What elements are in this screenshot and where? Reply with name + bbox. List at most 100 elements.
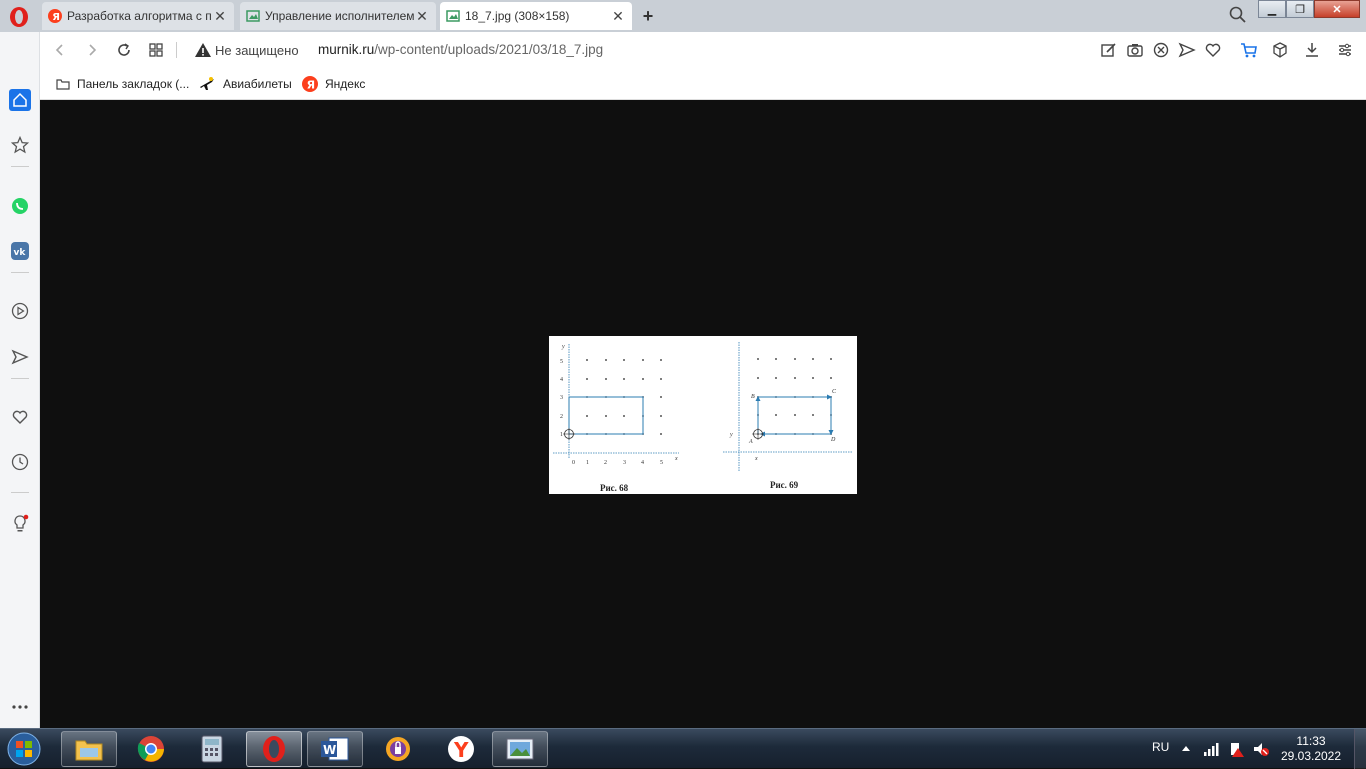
figure-caption: Рис. 68 <box>600 483 629 493</box>
taskbar-explorer[interactable] <box>61 731 117 767</box>
yandex-icon: Я <box>48 9 62 23</box>
3d-box-icon[interactable] <box>1271 41 1289 59</box>
network-signal-icon[interactable] <box>1203 741 1219 757</box>
yandex-icon: Я <box>302 76 318 92</box>
grid-dot <box>623 378 625 380</box>
close-tab-icon[interactable]: ✕ <box>414 8 430 25</box>
grid-dot <box>642 378 644 380</box>
close-tab-icon[interactable]: ✕ <box>610 8 626 25</box>
reload-button[interactable] <box>114 40 134 60</box>
language-indicator[interactable]: RU <box>1152 740 1169 754</box>
tab-title: Управление исполнителем <box>265 9 414 23</box>
shopping-cart-icon[interactable] <box>1240 41 1258 59</box>
volume-muted-icon[interactable] <box>1252 740 1270 758</box>
send-icon[interactable] <box>1178 41 1196 59</box>
show-hidden-icons[interactable] <box>1181 744 1191 752</box>
new-tab-button[interactable]: + <box>638 6 658 27</box>
edit-share-icon[interactable] <box>1100 41 1118 59</box>
adblock-icon[interactable] <box>1152 41 1170 59</box>
close-tab-icon[interactable]: ✕ <box>212 8 228 25</box>
y-mark: y <box>729 432 733 438</box>
y-axis-label: y <box>561 344 565 350</box>
grid-dot <box>660 359 662 361</box>
speed-dial-button[interactable] <box>146 40 166 60</box>
taskbar-chrome[interactable] <box>123 731 179 767</box>
sidebar-speed-dial[interactable] <box>9 134 31 156</box>
grid-dot <box>812 358 814 360</box>
grid-dot <box>794 358 796 360</box>
system-clock[interactable]: 11:33 29.03.2022 <box>1276 734 1346 764</box>
image-viewer: y x 0 1 2 3 4 5 1 2 3 4 5 Рис. 68 A B C … <box>40 101 1366 728</box>
figure-caption: Рис. 69 <box>770 480 799 490</box>
displayed-image: y x 0 1 2 3 4 5 1 2 3 4 5 Рис. 68 A B C … <box>549 336 857 494</box>
tab-title: 18_7.jpg (308×158) <box>465 9 570 23</box>
restore-button[interactable]: ❐ <box>1286 0 1314 18</box>
heart-icon[interactable] <box>1204 41 1222 59</box>
grid-dot <box>794 414 796 416</box>
grid-dot <box>605 359 607 361</box>
sidebar-bookmarks[interactable] <box>9 406 31 428</box>
forward-button[interactable] <box>82 40 102 60</box>
camera-icon[interactable] <box>1126 41 1144 59</box>
tab-title: Разработка алгоритма с п <box>67 9 212 23</box>
tab-image[interactable]: 18_7.jpg (308×158) ✕ <box>440 2 632 30</box>
sidebar-whatsapp[interactable] <box>9 195 31 217</box>
show-desktop-button[interactable] <box>1354 729 1366 769</box>
download-icon[interactable] <box>1303 41 1321 59</box>
taskbar-photos[interactable] <box>492 731 548 767</box>
sidebar-player[interactable] <box>9 300 31 322</box>
x-tick: 1 <box>586 460 589 466</box>
bookmark-label: Панель закладок (... <box>77 77 190 91</box>
sidebar-vk[interactable]: vk <box>9 240 31 262</box>
sidebar-more[interactable] <box>9 696 31 718</box>
chrome-icon <box>137 736 164 762</box>
folder-icon <box>56 79 70 90</box>
yandex-browser-icon: Y <box>448 736 474 762</box>
bookmarks-bar: Панель закладок (... Авиабилеты Я Яндекс <box>40 68 1366 100</box>
word-icon: W <box>321 737 349 761</box>
warning-icon[interactable] <box>194 41 212 59</box>
photo-viewer-icon <box>506 738 534 760</box>
tab-algorithm[interactable]: Я Разработка алгоритма с п ✕ <box>42 2 234 30</box>
url-field[interactable]: murnik.ru/wp-content/uploads/2021/03/18_… <box>318 42 603 57</box>
divider <box>176 42 177 58</box>
x-axis-label: x <box>674 456 678 462</box>
corner-label: C <box>832 389 837 395</box>
figure-69: A B C D x y Рис. 69 <box>723 342 852 490</box>
sidebar-tips[interactable] <box>9 513 31 535</box>
easy-setup-icon[interactable] <box>1336 41 1354 59</box>
taskbar-word[interactable]: W <box>307 731 363 767</box>
taskbar-opera[interactable] <box>246 731 302 767</box>
sidebar-flow[interactable] <box>9 346 31 368</box>
grid-dot <box>660 396 662 398</box>
taskbar-tor[interactable] <box>370 731 426 767</box>
bookmark-folder[interactable]: Панель закладок (... <box>56 75 189 93</box>
bookmark-yandex[interactable]: Я Яндекс <box>302 75 365 93</box>
back-button[interactable] <box>50 40 70 60</box>
tab-executor[interactable]: Управление исполнителем ✕ <box>240 2 436 30</box>
taskbar-yandex[interactable]: Y <box>433 731 489 767</box>
window-close-button[interactable]: ✕ <box>1314 0 1360 18</box>
reload-icon <box>118 43 130 56</box>
power-warning-icon[interactable] <box>1227 740 1245 758</box>
bookmark-label: Яндекс <box>325 77 366 91</box>
opera-icon <box>263 736 285 762</box>
start-button[interactable] <box>4 731 44 767</box>
window-controls: ▁ ❐ ✕ <box>1258 0 1360 18</box>
windows-taskbar: W Y RU 11:33 29.03.2022 <box>0 728 1366 769</box>
sidebar-home[interactable] <box>9 89 31 111</box>
address-bar: Не защищено murnik.ru/wp-content/uploads… <box>40 32 1366 68</box>
search-tabs-icon[interactable] <box>1228 5 1248 25</box>
sidebar-history[interactable] <box>9 451 31 473</box>
opera-menu-icon[interactable] <box>8 6 30 28</box>
taskbar-calculator[interactable] <box>184 731 240 767</box>
airplane-icon <box>200 77 214 90</box>
svg-text:vk: vk <box>14 248 27 258</box>
security-status[interactable]: Не защищено <box>215 43 299 58</box>
clock-time: 11:33 <box>1296 734 1326 748</box>
y-tick: 5 <box>560 359 563 365</box>
bookmark-flights[interactable]: Авиабилеты <box>198 75 292 93</box>
image-tab-icon <box>446 10 460 22</box>
minimize-button[interactable]: ▁ <box>1258 0 1286 18</box>
y-tick: 2 <box>560 414 563 420</box>
